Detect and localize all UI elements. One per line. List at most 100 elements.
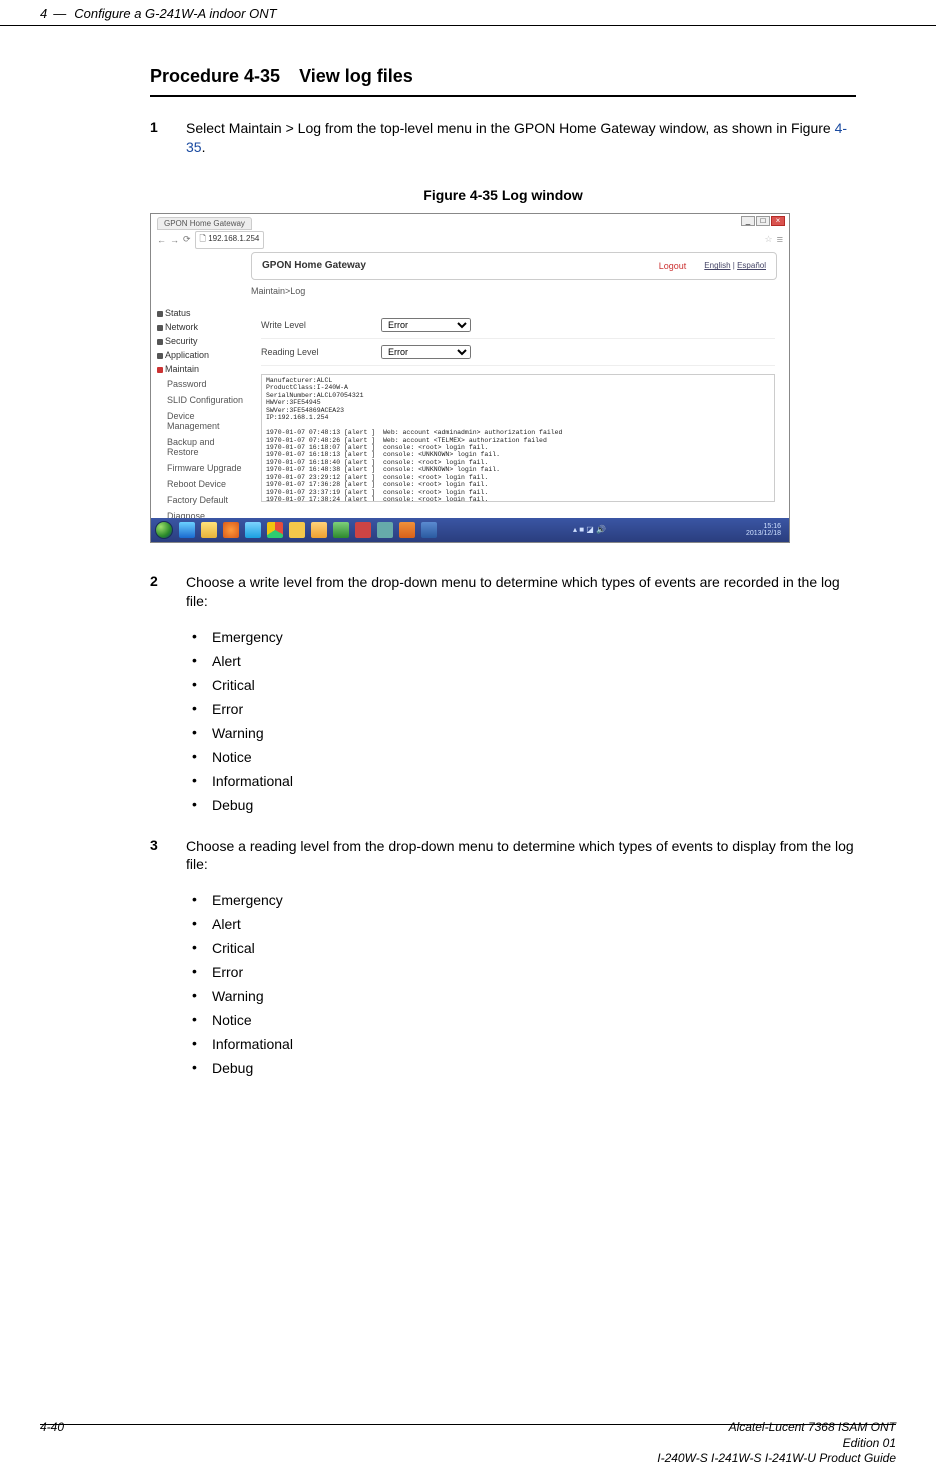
sidebar-security[interactable]: Security	[157, 334, 247, 348]
window-buttons: _ □ ×	[741, 216, 785, 226]
sidebar-status[interactable]: Status	[157, 306, 247, 320]
list-item: Alert	[188, 912, 856, 936]
step-text: Select Maintain > Log from the top-level…	[186, 120, 835, 136]
write-level-select[interactable]: Error	[381, 318, 471, 332]
figure-caption: Figure 4-35 Log window	[150, 187, 856, 203]
tray-time: 15:16	[746, 523, 781, 530]
procedure-title: View log files	[299, 66, 413, 86]
breadcrumb: Maintain>Log	[251, 286, 305, 296]
write-levels-list: Emergency Alert Critical Error Warning N…	[188, 625, 856, 817]
list-item: Notice	[188, 745, 856, 769]
language-links: English | Español	[704, 261, 766, 270]
powerpoint-icon[interactable]	[399, 522, 415, 538]
log-form: Write Level Error Reading Level Error Ma…	[261, 312, 775, 502]
sidebar-sub-backup[interactable]: Backup and Restore	[161, 434, 247, 460]
outlook-icon[interactable]	[311, 522, 327, 538]
step-number: 1	[150, 119, 186, 135]
sidebar-sub-slid[interactable]: SLID Configuration	[161, 392, 247, 408]
footer-line3: I-240W-S I-241W-S I-241W-U Product Guide	[657, 1451, 896, 1467]
step-3: 3 Choose a reading level from the drop-d…	[150, 837, 856, 875]
reading-level-label: Reading Level	[261, 347, 381, 357]
list-item: Emergency	[188, 625, 856, 649]
footer-line1: Alcatel-Lucent 7368 ISAM ONT	[657, 1420, 896, 1436]
chapter-number: 4	[40, 6, 47, 21]
lang-espanol[interactable]: Español	[737, 261, 766, 270]
skype-icon[interactable]	[245, 522, 261, 538]
explorer-icon[interactable]	[201, 522, 217, 538]
list-item: Warning	[188, 721, 856, 745]
step-body: Choose a write level from the drop-down …	[186, 573, 856, 611]
write-level-label: Write Level	[261, 320, 381, 330]
sidebar-maintain[interactable]: Maintain	[157, 362, 247, 376]
sidebar: Status Network Security Application Main…	[157, 306, 247, 540]
app2-icon[interactable]	[355, 522, 371, 538]
write-level-row: Write Level Error	[261, 312, 775, 339]
firefox-icon[interactable]	[223, 522, 239, 538]
minimize-button[interactable]: _	[741, 216, 755, 226]
forward-icon[interactable]: →	[170, 235, 179, 245]
footer-right: Alcatel-Lucent 7368 ISAM ONT Edition 01 …	[657, 1420, 896, 1467]
close-button[interactable]: ×	[771, 216, 785, 226]
tray-date: 2013/12/18	[746, 530, 781, 537]
app-icon[interactable]	[289, 522, 305, 538]
list-item: Emergency	[188, 888, 856, 912]
star-icon[interactable]: ☆	[765, 234, 773, 245]
sidebar-sub-factory[interactable]: Factory Default	[161, 492, 247, 508]
chapter-title: Configure a G-241W-A indoor ONT	[74, 6, 276, 21]
sidebar-sub-reboot[interactable]: Reboot Device	[161, 476, 247, 492]
browser-tab[interactable]: GPON Home Gateway	[157, 217, 252, 230]
reading-level-select[interactable]: Error	[381, 345, 471, 359]
footer-line2: Edition 01	[657, 1436, 896, 1452]
lang-english[interactable]: English	[704, 261, 730, 270]
sidebar-sub-device-mgmt[interactable]: Device Management	[161, 408, 247, 434]
browser-toolbar: ← → ⟳ 🗋 192.168.1.254 ☆ ≡	[157, 231, 783, 249]
list-item: Debug	[188, 1056, 856, 1080]
list-item: Critical	[188, 936, 856, 960]
tray-icons[interactable]: ▴ ■ ◪ 🔊	[573, 525, 606, 534]
header-dash: —	[53, 6, 66, 21]
reading-levels-list: Emergency Alert Critical Error Warning N…	[188, 888, 856, 1080]
sidebar-sub-password[interactable]: Password	[161, 376, 247, 392]
list-item: Error	[188, 697, 856, 721]
sidebar-network[interactable]: Network	[157, 320, 247, 334]
taskbar: ▴ ■ ◪ 🔊 15:16 2013/12/18	[151, 518, 789, 542]
reload-icon[interactable]: ⟳	[183, 234, 191, 245]
start-orb-icon[interactable]	[155, 521, 173, 539]
procedure-label: Procedure 4-35	[150, 66, 280, 86]
gateway-title: GPON Home Gateway	[262, 260, 366, 271]
tray-clock[interactable]: 15:16 2013/12/18	[746, 523, 785, 537]
list-item: Error	[188, 960, 856, 984]
step-2: 2 Choose a write level from the drop-dow…	[150, 573, 856, 611]
list-item: Warning	[188, 984, 856, 1008]
chrome-icon[interactable]	[267, 522, 283, 538]
back-icon[interactable]: ←	[157, 235, 166, 245]
magnifier-icon[interactable]	[377, 522, 393, 538]
menu-icon[interactable]: ≡	[777, 234, 783, 246]
running-header: 4 — Configure a G-241W-A indoor ONT	[0, 0, 936, 26]
footer: 4-40 Alcatel-Lucent 7368 ISAM ONT Editio…	[40, 1420, 896, 1467]
list-item: Critical	[188, 673, 856, 697]
gateway-header: GPON Home Gateway Logout English | Españ…	[251, 252, 777, 280]
sidebar-sub-firmware[interactable]: Firmware Upgrade	[161, 460, 247, 476]
ie-icon[interactable]	[179, 522, 195, 538]
excel-icon[interactable]	[333, 522, 349, 538]
step-number: 2	[150, 573, 186, 589]
word-icon[interactable]	[421, 522, 437, 538]
sidebar-application[interactable]: Application	[157, 348, 247, 362]
list-item: Notice	[188, 1008, 856, 1032]
log-output[interactable]: Manufacturer:ALCL ProductClass:I-240W-A …	[261, 374, 775, 502]
step-1: 1 Select Maintain > Log from the top-lev…	[150, 119, 856, 157]
procedure-heading: Procedure 4-35 View log files	[150, 26, 856, 97]
reading-level-row: Reading Level Error	[261, 339, 775, 366]
step-body: Select Maintain > Log from the top-level…	[186, 119, 856, 157]
list-item: Informational	[188, 1032, 856, 1056]
page-number: 4-40	[40, 1420, 64, 1467]
logout-link[interactable]: Logout	[659, 261, 687, 271]
address-bar[interactable]: 🗋 192.168.1.254	[195, 231, 265, 249]
list-item: Debug	[188, 793, 856, 817]
step-text-end: .	[202, 139, 206, 155]
list-item: Informational	[188, 769, 856, 793]
step-body: Choose a reading level from the drop-dow…	[186, 837, 856, 875]
step-number: 3	[150, 837, 186, 853]
maximize-button[interactable]: □	[756, 216, 770, 226]
